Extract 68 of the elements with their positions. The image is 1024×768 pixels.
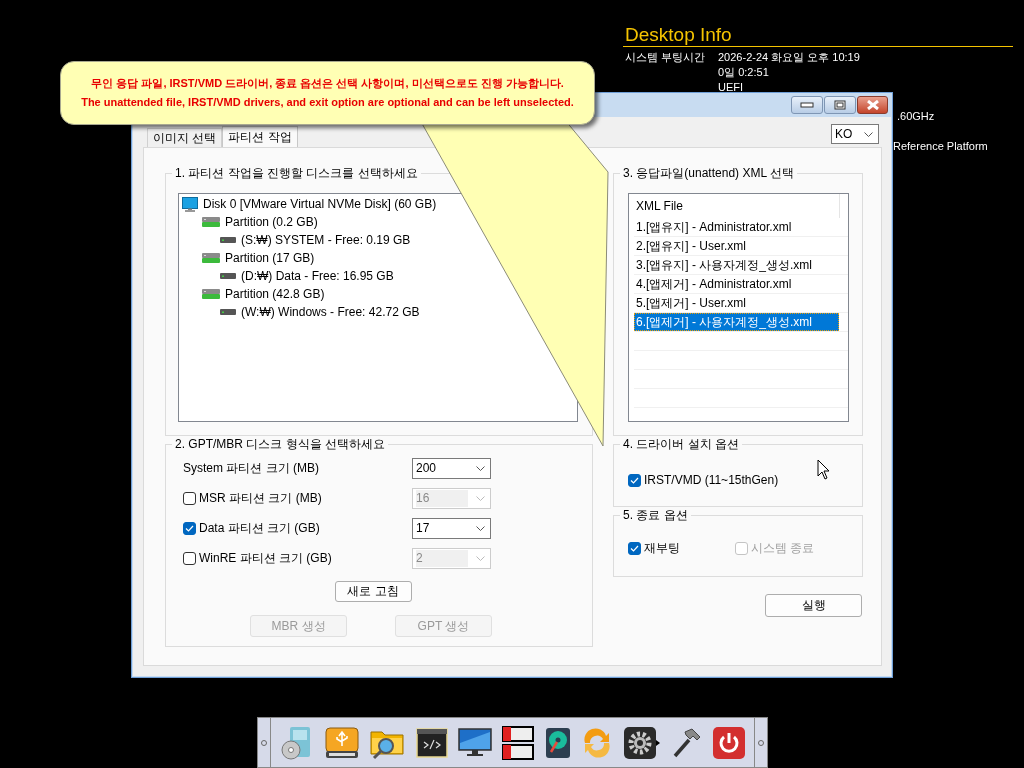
checkbox[interactable] <box>183 521 196 535</box>
group-title: 3. 응답파일(unattend) XML 선택 <box>622 165 795 181</box>
field-label: System 파티션 크기 (MB) <box>183 459 319 477</box>
callout-text: 무인 응답 파일, IRST/VMD 드라이버, 종료 옵션은 선택 사항이며, 미선택으로도 진행 가능합니다. <box>91 76 564 91</box>
callout-text: The unattended file, IRST/VMD drivers, and exit option are optional and can be left unselected. <box>81 95 574 110</box>
tree-item[interactable]: (D:₩) Data - Free: 16.95 GB <box>241 269 394 283</box>
info-text: .60GHz <box>897 109 935 123</box>
checkbox[interactable] <box>628 473 641 487</box>
info-text: Reference Platform <box>893 139 988 153</box>
close-button[interactable] <box>857 96 888 114</box>
drive-bay-icon[interactable] <box>502 725 535 760</box>
checkbox-label[interactable]: IRST/VMD (11~15thGen) <box>644 473 779 487</box>
language-dropdown[interactable]: KO <box>831 124 879 144</box>
monitor-icon[interactable] <box>458 727 493 758</box>
desktop-info-title: Desktop Info <box>624 24 732 46</box>
xml-file-item[interactable]: 6.[앱제거] - 사용자계정_생성.xml <box>634 313 839 331</box>
tree-item[interactable]: Partition (17 GB) <box>225 251 315 265</box>
power-icon[interactable] <box>712 726 745 759</box>
terminal-icon[interactable] <box>415 726 448 759</box>
checkbox-label[interactable]: 재부팅 <box>644 539 680 557</box>
usb-drive-icon[interactable] <box>324 726 359 759</box>
info-label: 시스템 부팅시간 <box>624 50 707 65</box>
checkbox[interactable] <box>628 541 641 555</box>
group-title: 5. 종료 옵션 <box>622 507 689 523</box>
drive-icon <box>220 237 236 243</box>
tab[interactable]: 이미지 선택 <box>147 128 223 147</box>
info-value: 0일 0:2:51 <box>718 65 769 80</box>
close-icon <box>865 100 880 110</box>
info-value: 2026-2-24 화요일 오후 10:19 <box>718 50 860 65</box>
xml-file-item[interactable]: 2.[앱유지] - User.xml <box>634 237 839 255</box>
xml-file-item[interactable]: 4.[앱제거] - Administrator.xml <box>634 275 839 293</box>
pointer-icon <box>817 459 830 480</box>
drive-icon <box>202 217 220 227</box>
tab[interactable]: 파티션 작업 <box>222 126 298 147</box>
tree-item[interactable]: Partition (42.8 GB) <box>225 287 325 301</box>
drive-icon <box>220 309 236 315</box>
chevron-down-icon <box>476 555 485 561</box>
monitor-icon <box>182 196 198 212</box>
size-dropdown[interactable]: 17 <box>412 517 491 539</box>
maximize-icon <box>834 100 846 110</box>
maximize-button[interactable] <box>824 96 856 114</box>
info-value: UEFI <box>718 80 744 95</box>
chevron-down-icon <box>476 465 485 471</box>
tree-item[interactable]: (S:₩) SYSTEM - Free: 0.19 GB <box>241 233 411 247</box>
group-title: 4. 드라이버 설치 옵션 <box>622 436 740 452</box>
tree-item[interactable]: Disk 0 [VMware Virtual NVMe Disk] (60 GB) <box>203 197 437 211</box>
chevron-down-icon <box>864 131 873 137</box>
drive-icon <box>202 253 220 263</box>
xml-file-item[interactable]: 5.[앱제거] - User.xml <box>634 294 839 312</box>
size-dropdown[interactable]: 200 <box>412 457 491 479</box>
group-title: 1. 파티션 작업을 진행할 디스크를 선택하세요 <box>174 165 419 181</box>
xml-file-item[interactable]: 3.[앱유지] - 사용자계정_생성.xml <box>634 256 839 274</box>
drive-icon <box>220 273 236 279</box>
tree-item[interactable]: Partition (0.2 GB) <box>225 215 318 229</box>
checkbox-label[interactable]: Data 파티션 크기 (GB) <box>199 519 320 537</box>
group-title: 2. GPT/MBR 디스크 형식을 선택하세요 <box>174 436 386 452</box>
minimize-icon <box>800 102 814 108</box>
tree-item[interactable]: (W:₩) Windows - Free: 42.72 GB <box>241 305 420 319</box>
xml-file-item[interactable]: 1.[앱유지] - Administrator.xml <box>634 218 839 236</box>
chevron-down-icon <box>476 525 485 531</box>
expand-arrow-icon[interactable] <box>655 739 660 746</box>
drive-icon <box>202 289 220 299</box>
minimize-button[interactable] <box>791 96 823 114</box>
column-header[interactable]: XML File <box>634 194 840 218</box>
chevron-down-icon <box>476 495 485 501</box>
run-button[interactable]: 실행 <box>765 594 862 617</box>
refresh-button[interactable]: 새로 고침 <box>334 581 412 602</box>
gear-icon[interactable] <box>623 726 656 759</box>
